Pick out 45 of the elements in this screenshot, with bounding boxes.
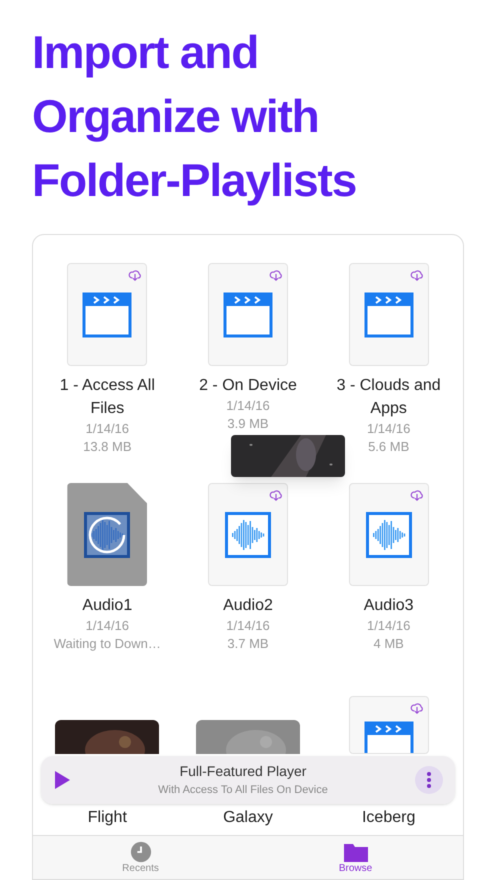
audio-waveform-icon (224, 512, 271, 558)
file-name: 1 - Access All Files (58, 376, 156, 419)
cloud-download-icon[interactable] (410, 701, 424, 715)
cloud-download-icon[interactable] (410, 488, 424, 502)
player-title: Full-Featured Player (180, 762, 306, 782)
file-detail: 3.7 MB (227, 635, 269, 653)
file-name: Galaxy (222, 808, 274, 828)
file-detail: 1/14/16 (226, 617, 270, 635)
file-name: 3 - Clouds and Apps (336, 376, 442, 419)
clapperboard-icon (82, 292, 132, 338)
more-button[interactable] (415, 766, 443, 794)
clock-icon (130, 840, 152, 862)
file-name: Audio2 (222, 596, 274, 616)
player-bar[interactable]: Full-Featured Player With Access To All Files On Device (41, 756, 455, 804)
audio-waveform-icon (366, 512, 412, 558)
file-detail: 3.9 MB (227, 415, 269, 433)
file-detail: 5.6 MB (368, 438, 410, 456)
file-name: Iceberg (360, 808, 416, 828)
file-name: 2 - On Device (198, 376, 298, 396)
audio-waveform-icon (84, 512, 130, 558)
file-name: Audio1 (81, 596, 134, 616)
file-name: Flight (86, 808, 128, 828)
file-detail: 1/14/16 (366, 420, 410, 438)
cloud-download-icon[interactable] (268, 488, 283, 502)
tab[interactable]: Browse (248, 836, 463, 879)
tab[interactable]: Recents (33, 836, 248, 879)
file-document[interactable] (67, 483, 148, 586)
file-name: Audio3 (362, 596, 415, 616)
file-detail: 4 MB (373, 635, 404, 653)
play-icon[interactable] (53, 770, 71, 790)
clapperboard-icon (364, 721, 414, 753)
cloud-download-icon[interactable] (268, 268, 283, 282)
clapperboard-icon (364, 292, 414, 338)
file-detail: Waiting to Down… (54, 635, 161, 653)
more-icon[interactable] (427, 772, 431, 788)
clapperboard-icon (222, 292, 273, 338)
player-subtitle: With Access To All Files On Device (158, 783, 328, 798)
file-detail: 13.8 MB (83, 438, 132, 456)
headline: Import and Organize with Folder-Playlists (31, 25, 358, 208)
file-detail: 1/14/16 (226, 397, 270, 415)
file-detail: 1/14/16 (366, 617, 410, 635)
cloud-download-icon[interactable] (410, 268, 424, 282)
file-detail: 1/14/16 (86, 617, 130, 635)
cloud-download-icon[interactable] (128, 268, 142, 282)
file-detail: 1/14/16 (86, 420, 130, 438)
